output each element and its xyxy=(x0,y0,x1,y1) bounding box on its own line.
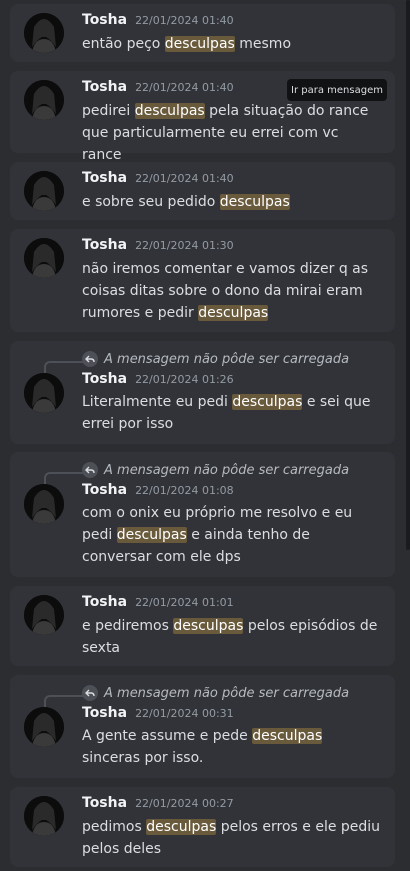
message-header: Tosha 22/01/2024 01:40 xyxy=(82,79,234,99)
reply-icon xyxy=(82,685,98,701)
message-text: pedimos xyxy=(82,819,147,835)
message-content: A gente assume e pede desculpas sinceras… xyxy=(82,725,382,769)
avatar[interactable] xyxy=(24,13,64,53)
search-highlight: desculpas xyxy=(134,103,205,119)
search-result[interactable]: A mensagem não pôde ser carregada Tosha … xyxy=(10,341,395,444)
reply-preview: A mensagem não pôde ser carregada xyxy=(82,683,349,703)
search-highlight: desculpas xyxy=(219,194,290,210)
message-content: então peço desculpas mesmo xyxy=(82,33,382,55)
avatar[interactable] xyxy=(24,707,64,747)
message-content: pedirei desculpas pela situação do rance… xyxy=(82,100,382,166)
message-header: Tosha 22/01/2024 00:31 xyxy=(82,705,234,725)
search-results-list: Tosha 22/01/2024 01:40 então peço descul… xyxy=(0,0,410,871)
search-result[interactable]: Tosha 22/01/2024 01:40 e sobre seu pedid… xyxy=(10,162,395,220)
avatar[interactable] xyxy=(24,373,64,413)
search-result[interactable]: A mensagem não pôde ser carregada Tosha … xyxy=(10,675,395,778)
message-text: então peço xyxy=(82,36,165,52)
author-name[interactable]: Tosha xyxy=(82,79,127,95)
author-name[interactable]: Tosha xyxy=(82,170,127,186)
search-result[interactable]: Tosha 22/01/2024 00:27 pedimos desculpas… xyxy=(10,787,395,867)
author-name[interactable]: Tosha xyxy=(82,12,127,28)
timestamp: 22/01/2024 01:40 xyxy=(135,172,234,185)
message-text: Literalmente eu pedi xyxy=(82,394,233,410)
search-highlight: desculpas xyxy=(198,305,269,321)
timestamp: 22/01/2024 01:08 xyxy=(135,484,234,497)
jump-to-message-tooltip[interactable]: Ir para mensagem xyxy=(287,79,387,101)
search-highlight: desculpas xyxy=(232,394,303,410)
reply-spine xyxy=(44,695,86,709)
avatar[interactable] xyxy=(24,171,64,211)
search-highlight: desculpas xyxy=(173,618,244,634)
timestamp: 22/01/2024 00:31 xyxy=(135,707,234,720)
author-name[interactable]: Tosha xyxy=(82,594,127,610)
timestamp: 22/01/2024 00:27 xyxy=(135,797,234,810)
avatar[interactable] xyxy=(24,595,64,635)
message-header: Tosha 22/01/2024 01:26 xyxy=(82,371,234,391)
message-text: e pediremos xyxy=(82,618,174,634)
message-content: Literalmente eu pedi desculpas e sei que… xyxy=(82,391,382,435)
message-text: e sobre seu pedido xyxy=(82,194,220,210)
message-content: e sobre seu pedido desculpas xyxy=(82,191,382,213)
reply-unavailable-text: A mensagem não pôde ser carregada xyxy=(104,462,350,478)
timestamp: 22/01/2024 01:30 xyxy=(135,239,234,252)
avatar[interactable] xyxy=(24,238,64,278)
message-header: Tosha 22/01/2024 01:30 xyxy=(82,237,234,257)
search-highlight: desculpas xyxy=(252,728,323,744)
reply-icon xyxy=(82,462,98,478)
timestamp: 22/01/2024 01:40 xyxy=(135,14,234,27)
avatar[interactable] xyxy=(24,484,64,524)
message-text: sinceras por isso. xyxy=(82,750,204,766)
search-result[interactable]: Tosha 22/01/2024 01:40 então peço descul… xyxy=(10,4,395,62)
reply-preview: A mensagem não pôde ser carregada xyxy=(82,460,349,480)
reply-spine xyxy=(44,361,86,375)
message-header: Tosha 22/01/2024 00:27 xyxy=(82,795,234,815)
message-content: não iremos comentar e vamos dizer q as c… xyxy=(82,258,382,324)
timestamp: 22/01/2024 01:01 xyxy=(135,596,234,609)
message-text: pedirei xyxy=(82,103,135,119)
author-name[interactable]: Tosha xyxy=(82,371,127,387)
search-result[interactable]: A mensagem não pôde ser carregada Tosha … xyxy=(10,452,395,577)
scrollbar-track[interactable] xyxy=(406,0,410,871)
message-header: Tosha 22/01/2024 01:40 xyxy=(82,170,234,190)
author-name[interactable]: Tosha xyxy=(82,482,127,498)
search-result[interactable]: Tosha 22/01/2024 01:01 e pediremos descu… xyxy=(10,586,395,666)
scrollbar-thumb[interactable] xyxy=(406,0,410,550)
reply-unavailable-text: A mensagem não pôde ser carregada xyxy=(104,685,350,701)
timestamp: 22/01/2024 01:26 xyxy=(135,373,234,386)
message-content: pedimos desculpas pelos erros e ele pedi… xyxy=(82,816,382,860)
reply-preview: A mensagem não pôde ser carregada xyxy=(82,349,349,369)
message-header: Tosha 22/01/2024 01:40 xyxy=(82,12,234,32)
message-text: A gente assume e pede xyxy=(82,728,253,744)
avatar[interactable] xyxy=(24,80,64,120)
reply-spine xyxy=(44,472,86,486)
reply-icon xyxy=(82,351,98,367)
search-highlight: desculpas xyxy=(164,36,235,52)
author-name[interactable]: Tosha xyxy=(82,237,127,253)
message-header: Tosha 22/01/2024 01:08 xyxy=(82,482,234,502)
search-highlight: desculpas xyxy=(146,819,217,835)
avatar[interactable] xyxy=(24,796,64,836)
search-result[interactable]: Tosha 22/01/2024 01:30 não iremos coment… xyxy=(10,229,395,332)
reply-unavailable-text: A mensagem não pôde ser carregada xyxy=(104,351,350,367)
message-header: Tosha 22/01/2024 01:01 xyxy=(82,594,234,614)
message-content: com o onix eu próprio me resolvo e eu pe… xyxy=(82,502,382,568)
message-content: e pediremos desculpas pelos episódios de… xyxy=(82,615,382,659)
message-text: mesmo xyxy=(234,36,292,52)
timestamp: 22/01/2024 01:40 xyxy=(135,81,234,94)
author-name[interactable]: Tosha xyxy=(82,795,127,811)
search-highlight: desculpas xyxy=(116,527,187,543)
author-name[interactable]: Tosha xyxy=(82,705,127,721)
